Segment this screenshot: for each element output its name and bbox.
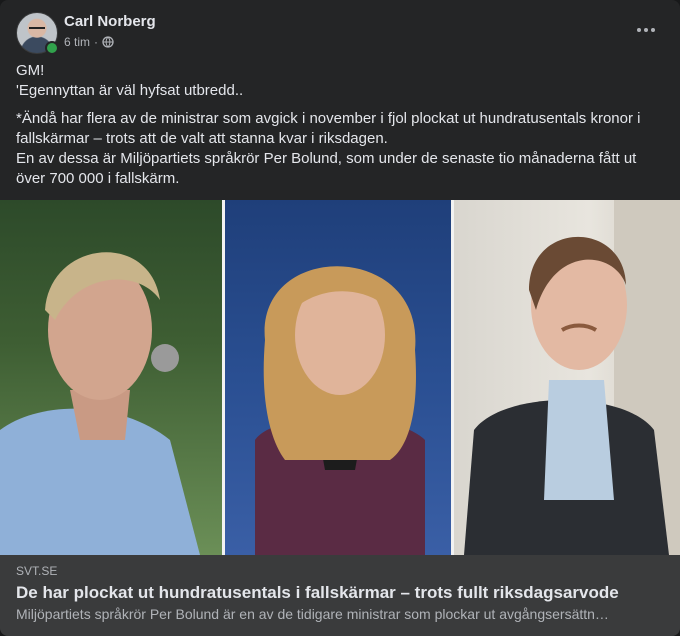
post-header: Carl Norberg 6 tim · xyxy=(16,12,664,55)
online-status-indicator xyxy=(45,41,59,55)
person-photo-2 xyxy=(255,266,425,555)
link-domain: SVT.SE xyxy=(16,564,58,578)
meta-separator: · xyxy=(94,35,99,49)
post-timestamp[interactable]: 6 tim xyxy=(64,35,90,49)
more-options-button[interactable] xyxy=(632,16,660,44)
photo-panel-middle xyxy=(225,200,451,555)
avatar-glasses xyxy=(29,27,45,33)
link-title[interactable]: De har plockat ut hundratusentals i fall… xyxy=(16,583,664,603)
post-text-line: GM! xyxy=(16,62,45,79)
post-card: Carl Norberg 6 tim · GM! 'Egennyttan är … xyxy=(0,0,680,636)
photo-panel-left xyxy=(0,200,222,555)
post-text-line: 'Egennyttan är väl hyfsat utbredd.. xyxy=(16,82,244,99)
person-photo-3 xyxy=(464,200,680,555)
person-photo-1 xyxy=(0,252,200,555)
link-preview-image[interactable] xyxy=(0,200,680,555)
photo-panel-right xyxy=(454,200,680,555)
globe-icon[interactable] xyxy=(102,36,114,48)
post-text-paragraph: En av dessa är Miljöpartiets språkrör Pe… xyxy=(16,150,637,187)
link-description: Miljöpartiets språkrör Per Bolund är en … xyxy=(16,606,609,622)
author-name[interactable]: Carl Norberg xyxy=(64,13,156,30)
link-preview-info[interactable]: SVT.SE De har plockat ut hundratusentals… xyxy=(0,555,680,636)
post-text-paragraph: *Ändå har flera av de ministrar som avgi… xyxy=(16,110,641,147)
post-meta: 6 tim · xyxy=(64,35,114,49)
more-options-icon xyxy=(637,28,641,32)
post-body: GM! 'Egennyttan är väl hyfsat utbredd.. … xyxy=(16,61,656,189)
